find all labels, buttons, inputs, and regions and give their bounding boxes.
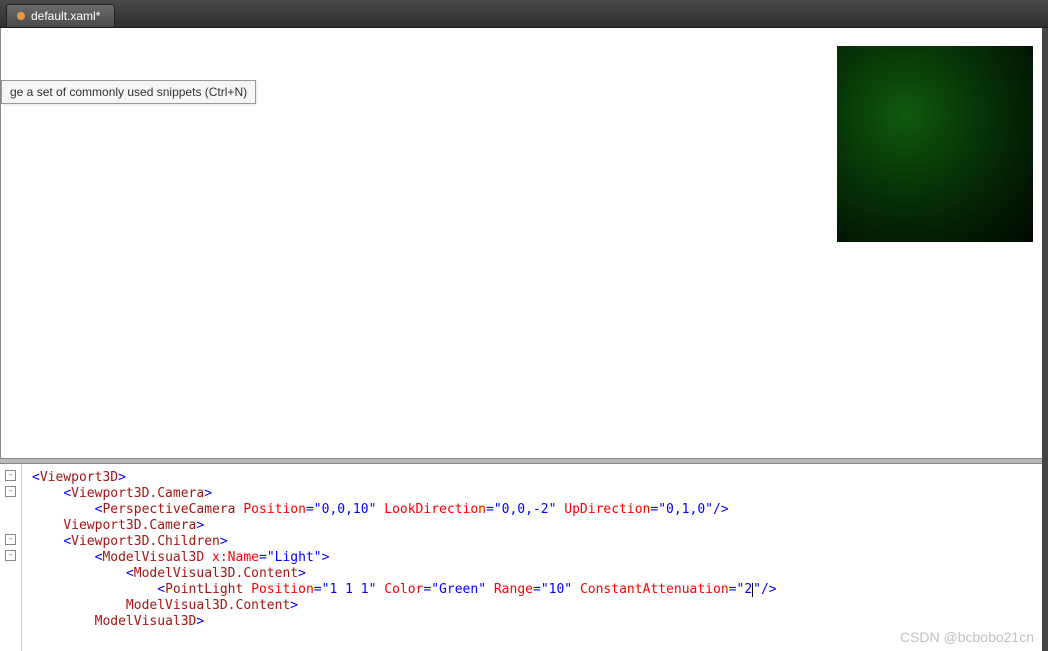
tooltip-text: ge a set of commonly used snippets (Ctrl… — [10, 85, 247, 99]
fold-line — [10, 502, 11, 513]
code-line[interactable]: <ModelVisual3D.Content> — [32, 566, 777, 582]
fold-line — [10, 518, 11, 529]
tab-bar: default.xaml* — [0, 0, 1048, 28]
modified-dot-icon — [17, 12, 25, 20]
snippet-tooltip: ge a set of commonly used snippets (Ctrl… — [1, 80, 256, 104]
fold-line — [10, 598, 11, 609]
tab-title: default.xaml* — [31, 9, 100, 23]
fold-line — [10, 566, 11, 577]
fold-toggle-icon[interactable]: - — [5, 534, 16, 545]
code-line[interactable]: <PointLight Position="1 1 1" Color="Gree… — [32, 582, 777, 598]
code-line[interactable]: Viewport3D.Camera> — [32, 518, 777, 534]
preview-pane: ge a set of commonly used snippets (Ctrl… — [0, 28, 1048, 458]
viewport3d-render — [837, 46, 1033, 242]
fold-toggle-icon[interactable]: - — [5, 486, 16, 497]
code-line[interactable]: <PerspectiveCamera Position="0,0,10" Loo… — [32, 502, 777, 518]
code-line[interactable]: <Viewport3D.Children> — [32, 534, 777, 550]
fold-line — [10, 582, 11, 593]
code-line[interactable]: ModelVisual3D> — [32, 614, 777, 630]
fold-gutter: - - - - — [0, 464, 22, 651]
file-tab[interactable]: default.xaml* — [6, 4, 115, 27]
watermark: CSDN @bcbobo21cn — [900, 629, 1034, 645]
fold-toggle-icon[interactable]: - — [5, 550, 16, 561]
code-line[interactable]: ModelVisual3D.Content> — [32, 598, 777, 614]
fold-toggle-icon[interactable]: - — [5, 470, 16, 481]
code-line[interactable]: <ModelVisual3D x:Name="Light"> — [32, 550, 777, 566]
code-line[interactable]: <Viewport3D.Camera> — [32, 486, 777, 502]
code-line[interactable]: <Viewport3D> — [32, 470, 777, 486]
code-editor[interactable]: - - - - <Viewport3D> <Viewport3D.Camera> <P… — [0, 464, 1048, 651]
vertical-scrollbar[interactable] — [1042, 28, 1048, 651]
code-content[interactable]: <Viewport3D> <Viewport3D.Camera> <Perspe… — [22, 464, 777, 651]
fold-line — [10, 614, 11, 625]
